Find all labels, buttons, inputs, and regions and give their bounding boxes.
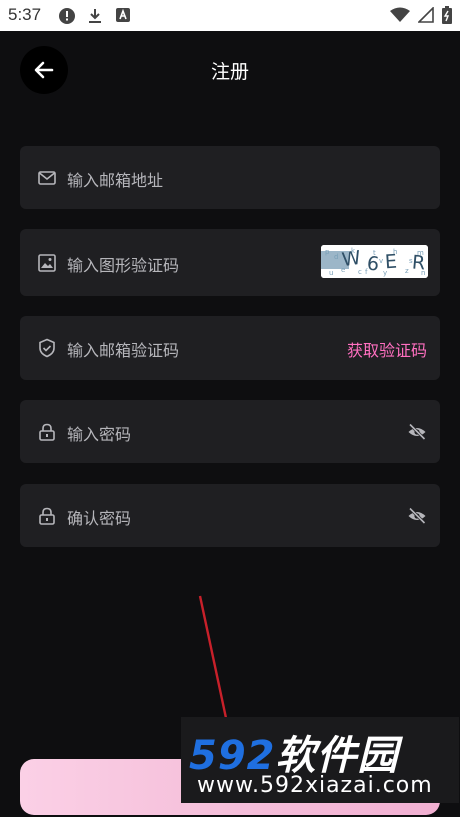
watermark: 592软件园 www.592xiazai.com [181,717,459,803]
annotation-line [198,595,228,719]
watermark-site: www.592xiazai.com [197,773,433,798]
